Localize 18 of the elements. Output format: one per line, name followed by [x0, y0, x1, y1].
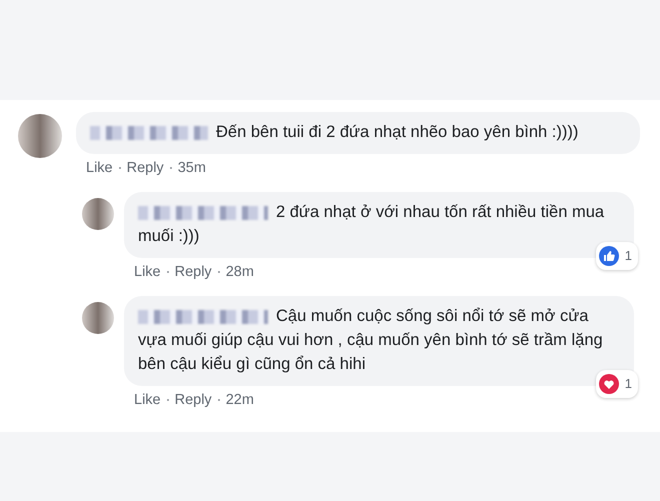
avatar[interactable]	[82, 198, 114, 230]
reaction-count: 1	[624, 247, 632, 265]
avatar[interactable]	[82, 302, 114, 334]
comment-text: Đến bên tuii đi 2 đứa nhạt nhẽo bao yên bình :))))	[90, 120, 626, 144]
timestamp: 35m	[178, 160, 206, 176]
action-link[interactable]: Like	[134, 264, 161, 280]
reaction-badge[interactable]: 1	[596, 242, 638, 270]
action-link[interactable]: Reply	[174, 392, 212, 408]
reaction-count: 1	[624, 375, 632, 393]
reaction-badge[interactable]: 1	[596, 370, 638, 398]
thumbs-up-icon	[598, 246, 619, 266]
action-link[interactable]: Like	[134, 392, 161, 408]
avatar[interactable]	[18, 114, 62, 158]
action-link[interactable]: Reply	[126, 160, 164, 176]
timestamp: 28m	[226, 264, 254, 280]
timestamp: 22m	[226, 392, 254, 408]
action-link[interactable]: Reply	[174, 264, 212, 280]
action-link[interactable]: Like	[86, 160, 113, 176]
